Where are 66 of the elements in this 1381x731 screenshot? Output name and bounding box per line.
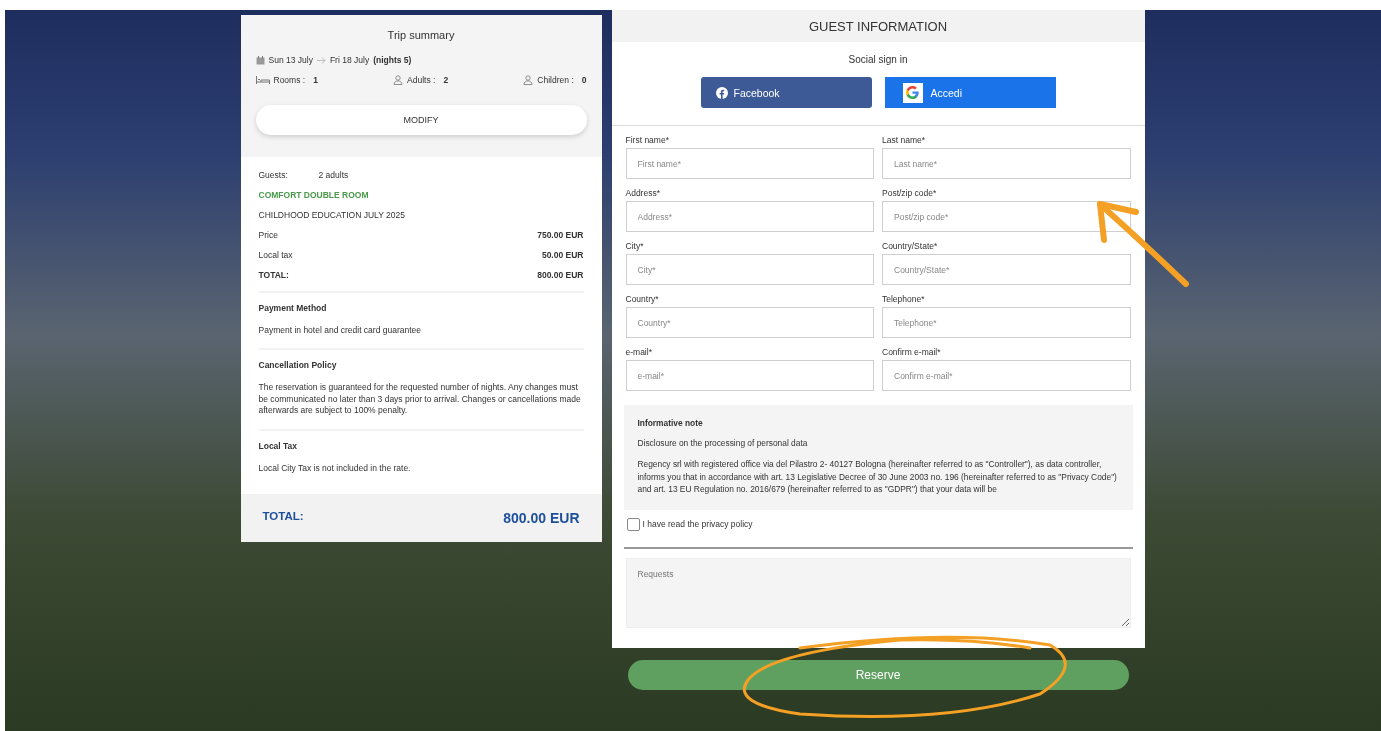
price-label: Local tax — [258, 250, 293, 260]
facebook-icon — [715, 86, 728, 99]
panel-title: GUEST INFORMATION — [611, 10, 1145, 42]
requests-field[interactable]: Requests — [625, 557, 1131, 628]
arrow-icon — [316, 56, 326, 64]
price-label: Price — [258, 230, 278, 240]
total-value: 800.00 EUR — [503, 510, 580, 527]
section-text: The reservation is guaranteed for the requested number of nights. Any changes must be communicated no later than 3 days prior to arrival. Changes or cancellations made afterwards are subject to 100% penalty. — [258, 382, 582, 417]
bed-icon — [255, 76, 270, 84]
field-label: Address* — [625, 188, 661, 198]
children-label: Children : — [537, 75, 574, 85]
price-label: TOTAL: — [258, 270, 289, 280]
section-title: Local Tax — [258, 440, 299, 451]
guests-value: 2 adults — [318, 170, 349, 180]
field-label: Country* — [625, 294, 660, 304]
field-label: Last name* — [882, 135, 926, 145]
room-name: COMFORT DOUBLE ROOM — [258, 189, 370, 202]
input-field[interactable]: Telephone* — [882, 307, 1131, 338]
rooms-count: 1 — [313, 75, 318, 85]
section-text: Local City Tax is not included in the rate. — [258, 462, 412, 475]
person-icon — [523, 75, 534, 85]
person-icon — [393, 75, 404, 85]
field-label: Post/zip code* — [882, 188, 938, 198]
calendar-icon — [255, 55, 265, 65]
note-title: Informative note — [637, 417, 704, 430]
input-field[interactable]: Last name* — [882, 148, 1131, 179]
nights-count: (nights 5) — [373, 55, 412, 65]
field-label: Country/State* — [882, 241, 939, 251]
section-title: Cancellation Policy — [258, 360, 338, 371]
total-label: TOTAL: — [262, 510, 304, 525]
modify-button[interactable]: MODIFY — [255, 105, 587, 135]
input-field[interactable]: Confirm e-mail* — [882, 360, 1131, 391]
check-out-date: Fri 18 July — [329, 55, 370, 65]
social-sign-in-label: Social sign in — [847, 54, 909, 65]
field-label: e-mail* — [625, 347, 653, 357]
rate-name: CHILDHOOD EDUCATION JULY 2025 — [258, 209, 406, 222]
guests-label: Guests: — [258, 170, 289, 180]
panel-title: Trip summary — [386, 29, 456, 41]
children-count: 0 — [581, 75, 587, 85]
input-field[interactable]: e-mail* — [625, 360, 874, 391]
input-field[interactable]: Country* — [625, 307, 874, 338]
input-field[interactable]: City* — [625, 254, 874, 285]
price-value: 800.00 EUR — [537, 270, 584, 280]
privacy-checkbox[interactable] — [626, 517, 640, 531]
section-title: Payment Method — [258, 303, 328, 313]
price-value: 50.00 EUR — [541, 250, 584, 260]
input-field[interactable]: Address* — [625, 201, 874, 232]
field-label: City* — [625, 241, 645, 251]
google-icon — [902, 82, 923, 103]
field-label: Telephone* — [882, 294, 926, 304]
price-value: 750.00 EUR — [537, 230, 584, 240]
adults-count: 2 — [443, 75, 449, 85]
note-paragraph: Regency srl with registered office via del Pilastro 2- 40127 Bologna (hereinafter referred to as "Controller"), as data controller, informs you that in accordance with art. 13 Legislative Decree of 30 June 2003 no. 196 (hereinafter referred to as "Privacy Code") and art. 13 EU Regulation no. 2016/679 (hereinafter referred to as "GDPR") that your data will be — [637, 458, 1118, 495]
check-in-date: Sun 13 July — [268, 55, 313, 65]
rooms-label: Rooms : — [273, 75, 306, 85]
input-field[interactable]: Post/zip code* — [882, 201, 1131, 232]
input-field[interactable]: First name* — [625, 148, 874, 179]
note-paragraph: Disclosure on the processing of personal data — [637, 437, 809, 450]
privacy-checkbox-label: I have read the privacy policy — [642, 519, 753, 530]
social-sign-in-button[interactable]: Accedi — [884, 77, 1056, 108]
input-field[interactable]: Country/State* — [882, 254, 1131, 285]
field-label: Confirm e-mail* — [882, 347, 942, 357]
section-text: Payment in hotel and credit card guarantee — [258, 325, 423, 337]
field-label: First name* — [625, 135, 670, 145]
adults-label: Adults : — [407, 75, 436, 85]
social-sign-in-button[interactable]: Facebook — [700, 77, 872, 108]
